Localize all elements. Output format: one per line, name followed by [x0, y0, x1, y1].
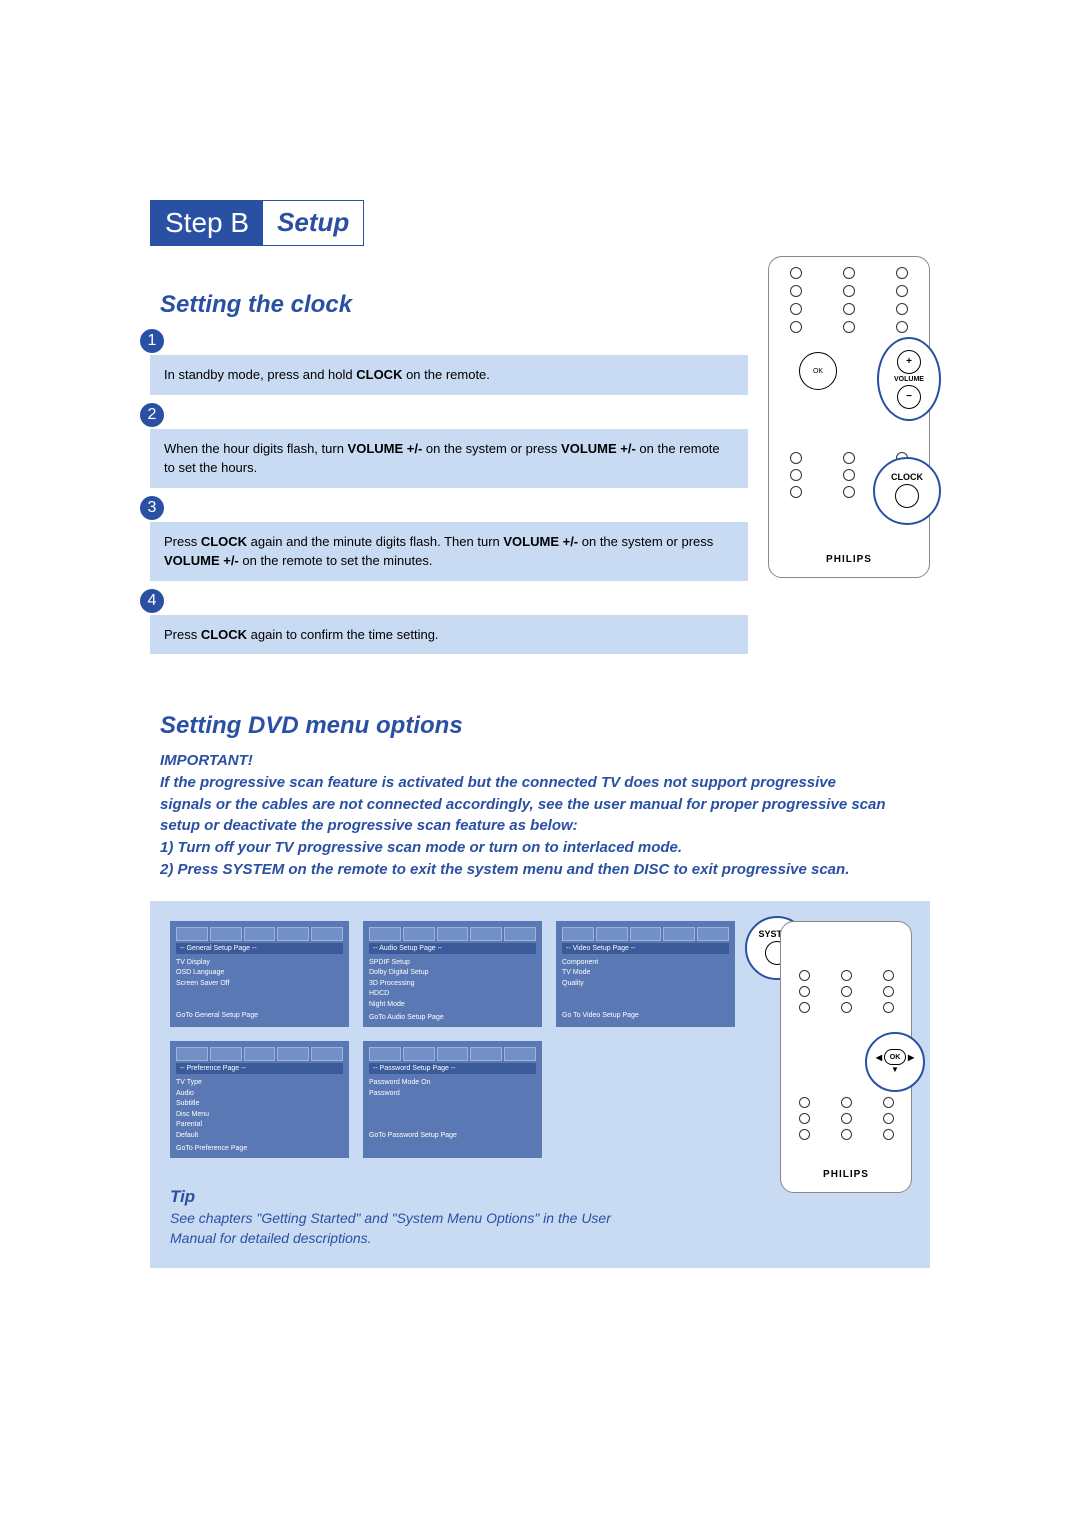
menu-items: TV Type Audio Subtitle Disc Menu Parenta…	[176, 1078, 343, 1141]
ok-button-icon: OK	[884, 1049, 906, 1065]
menu-panel: -- General Setup Page -- TV Display OSD …	[150, 901, 930, 1269]
tip-text: See chapters "Getting Started" and "Syst…	[170, 1209, 630, 1248]
menu-preference: -- Preference Page -- TV Type Audio Subt…	[170, 1041, 349, 1158]
brand-label: PHILIPS	[781, 1169, 911, 1180]
menu-footer: GoTo General Setup Page	[176, 1012, 343, 1019]
menu-items: TV Display OSD Language Screen Saver Off	[176, 958, 343, 1008]
remote-diagram-clock: OK + VOLUME − CLOCK PHILIPS	[768, 256, 930, 578]
ok-button-icon: OK	[799, 352, 837, 390]
important-block: IMPORTANT! If the progressive scan featu…	[160, 750, 890, 881]
menu-items: Component TV Mode Quality	[562, 958, 729, 1008]
minus-icon: −	[897, 385, 921, 409]
important-label: IMPORTANT!	[160, 750, 890, 772]
volume-callout: + VOLUME −	[877, 337, 941, 421]
menu-general: -- General Setup Page -- TV Display OSD …	[170, 921, 349, 1028]
step-4: 4 Press CLOCK again to confirm the time …	[150, 589, 748, 655]
step-text: Press CLOCK again to confirm the time se…	[150, 615, 748, 655]
step-2: 2 When the hour digits flash, turn VOLUM…	[150, 403, 748, 488]
step-1: 1 In standby mode, press and hold CLOCK …	[150, 329, 748, 395]
step-3: 3 Press CLOCK again and the minute digit…	[150, 496, 748, 581]
brand-label: PHILIPS	[769, 554, 929, 565]
menu-header: -- Video Setup Page --	[562, 943, 729, 954]
menu-header: -- Audio Setup Page --	[369, 943, 536, 954]
menu-footer: Go To Video Setup Page	[562, 1012, 729, 1019]
menu-footer: GoTo Audio Setup Page	[369, 1014, 536, 1021]
clock-label: CLOCK	[891, 472, 923, 482]
clock-callout: CLOCK	[873, 457, 941, 525]
step-number: 2	[140, 403, 164, 427]
step-number: 1	[140, 329, 164, 353]
ok-callout: ◀ OK ▶ ▼	[865, 1032, 925, 1092]
volume-label: VOLUME	[894, 376, 924, 383]
clock-button-icon	[895, 484, 919, 508]
step-label: Step B	[151, 201, 263, 245]
menu-items: Password Mode On Password	[369, 1078, 536, 1128]
menu-header: -- General Setup Page --	[176, 943, 343, 954]
menu-footer: GoTo Preference Page	[176, 1145, 343, 1152]
step-text: In standby mode, press and hold CLOCK on…	[150, 355, 748, 395]
menu-header: -- Password Setup Page --	[369, 1063, 536, 1074]
menu-footer: GoTo Password Setup Page	[369, 1132, 536, 1139]
important-text: If the progressive scan feature is activ…	[160, 772, 890, 881]
section-title-dvd: Setting DVD menu options	[160, 712, 930, 740]
step-text: Press CLOCK again and the minute digits …	[150, 522, 748, 581]
remote-diagram-system: SYSTEM ◀ OK ▶	[750, 921, 910, 1193]
tip-block: Tip See chapters "Getting Started" and "…	[170, 1187, 630, 1248]
menu-audio: -- Audio Setup Page -- SPDIF Setup Dolby…	[363, 921, 542, 1028]
step-header: Step B Setup	[150, 200, 364, 246]
plus-icon: +	[897, 350, 921, 374]
menu-password: -- Password Setup Page -- Password Mode …	[363, 1041, 542, 1158]
section-title-clock: Setting the clock	[160, 291, 748, 319]
menu-items: SPDIF Setup Dolby Digital Setup 3D Proce…	[369, 958, 536, 1011]
menu-header: -- Preference Page --	[176, 1063, 343, 1074]
tip-title: Tip	[170, 1187, 630, 1207]
step-number: 3	[140, 496, 164, 520]
step-sub: Setup	[263, 201, 363, 245]
step-text: When the hour digits flash, turn VOLUME …	[150, 429, 748, 488]
step-number: 4	[140, 589, 164, 613]
menu-video: -- Video Setup Page -- Component TV Mode…	[556, 921, 735, 1028]
